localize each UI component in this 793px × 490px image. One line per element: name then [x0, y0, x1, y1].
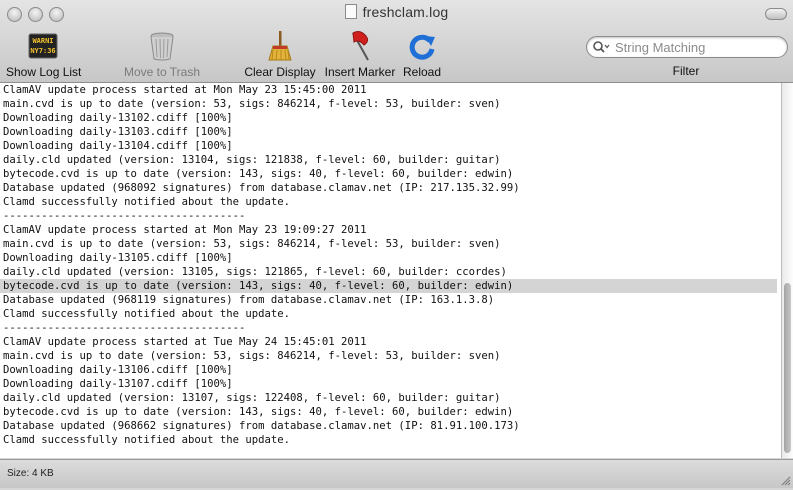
log-line: main.cvd is up to date (version: 53, sig…: [3, 350, 501, 362]
insert-marker-button[interactable]: Insert Marker: [323, 30, 397, 79]
search-icon: [593, 41, 610, 53]
status-bar: Size: 4 KB: [0, 459, 793, 488]
log-line: daily.cld updated (version: 13107, sigs:…: [3, 392, 501, 404]
log-line: Downloading daily-13107.cdiff [100%]: [3, 378, 233, 390]
log-line: Clamd successfully notified about the up…: [3, 308, 291, 320]
log-separator: --------------------------------------: [3, 210, 246, 222]
log-line: Downloading daily-13104.cdiff [100%]: [3, 140, 233, 152]
search-input[interactable]: [613, 38, 782, 56]
vertical-scrollbar[interactable]: [781, 83, 793, 458]
window-title: freshclam.log: [362, 4, 449, 20]
log-line: Downloading daily-13105.cdiff [100%]: [3, 252, 233, 264]
toolbar: freshclam.log WARNI NY7:36 Show Log List…: [0, 0, 793, 83]
log-line: daily.cld updated (version: 13104, sigs:…: [3, 154, 501, 166]
show-log-list-button[interactable]: WARNI NY7:36 Show Log List: [6, 30, 82, 79]
document-icon: [344, 4, 357, 19]
log-line: Downloading daily-13102.cdiff [100%]: [3, 112, 233, 124]
log-line: Database updated (968119 signatures) fro…: [3, 294, 495, 306]
broom-icon: [268, 31, 292, 61]
log-line: Database updated (968662 signatures) fro…: [3, 420, 520, 432]
svg-text:WARNI: WARNI: [32, 37, 53, 45]
log-separator: --------------------------------------: [3, 322, 246, 334]
console-window: freshclam.log WARNI NY7:36 Show Log List…: [0, 0, 793, 490]
reload-label: Reload: [402, 65, 442, 79]
trash-icon: [150, 32, 174, 61]
log-line: ClamAV update process started at Mon May…: [3, 224, 367, 236]
log-line: Downloading daily-13103.cdiff [100%]: [3, 126, 233, 138]
file-size-status: Size: 4 KB: [7, 468, 54, 479]
console-log-icon: WARNI NY7:36: [28, 33, 58, 59]
move-to-trash-label: Move to Trash: [123, 65, 201, 79]
log-line: ClamAV update process started at Mon May…: [3, 84, 367, 96]
flag-marker-icon: [352, 31, 369, 61]
log-line: bytecode.cvd is up to date (version: 143…: [3, 406, 514, 418]
log-line: Database updated (968092 signatures) fro…: [3, 182, 520, 194]
reload-icon: [409, 34, 435, 60]
resize-grip-icon[interactable]: [780, 475, 791, 486]
filter-search-field[interactable]: [586, 36, 788, 58]
log-line: bytecode.cvd is up to date (version: 143…: [3, 168, 514, 180]
clear-display-label: Clear Display: [244, 65, 316, 79]
reload-button[interactable]: Reload: [402, 30, 442, 79]
filter-label: Filter: [672, 64, 700, 78]
log-line: Downloading daily-13106.cdiff [100%]: [3, 364, 233, 376]
move-to-trash-button[interactable]: Move to Trash: [122, 30, 202, 79]
clear-display-button[interactable]: Clear Display: [243, 30, 317, 79]
insert-marker-label: Insert Marker: [324, 65, 396, 79]
log-line: daily.cld updated (version: 13105, sigs:…: [3, 266, 507, 278]
log-line: main.cvd is up to date (version: 53, sig…: [3, 238, 501, 250]
show-log-list-label: Show Log List: [6, 65, 82, 79]
log-line: Clamd successfully notified about the up…: [3, 196, 291, 208]
log-line: ClamAV update process started at Tue May…: [3, 336, 367, 348]
log-line: bytecode.cvd is up to date (version: 143…: [0, 279, 777, 293]
log-view[interactable]: ClamAV update process started at Mon May…: [0, 83, 781, 458]
scrollbar-thumb[interactable]: [784, 283, 791, 453]
window-title-bar: freshclam.log: [0, 4, 793, 20]
log-line: Clamd successfully notified about the up…: [3, 434, 291, 446]
log-line: main.cvd is up to date (version: 53, sig…: [3, 98, 501, 110]
svg-text:NY7:36: NY7:36: [30, 47, 55, 55]
